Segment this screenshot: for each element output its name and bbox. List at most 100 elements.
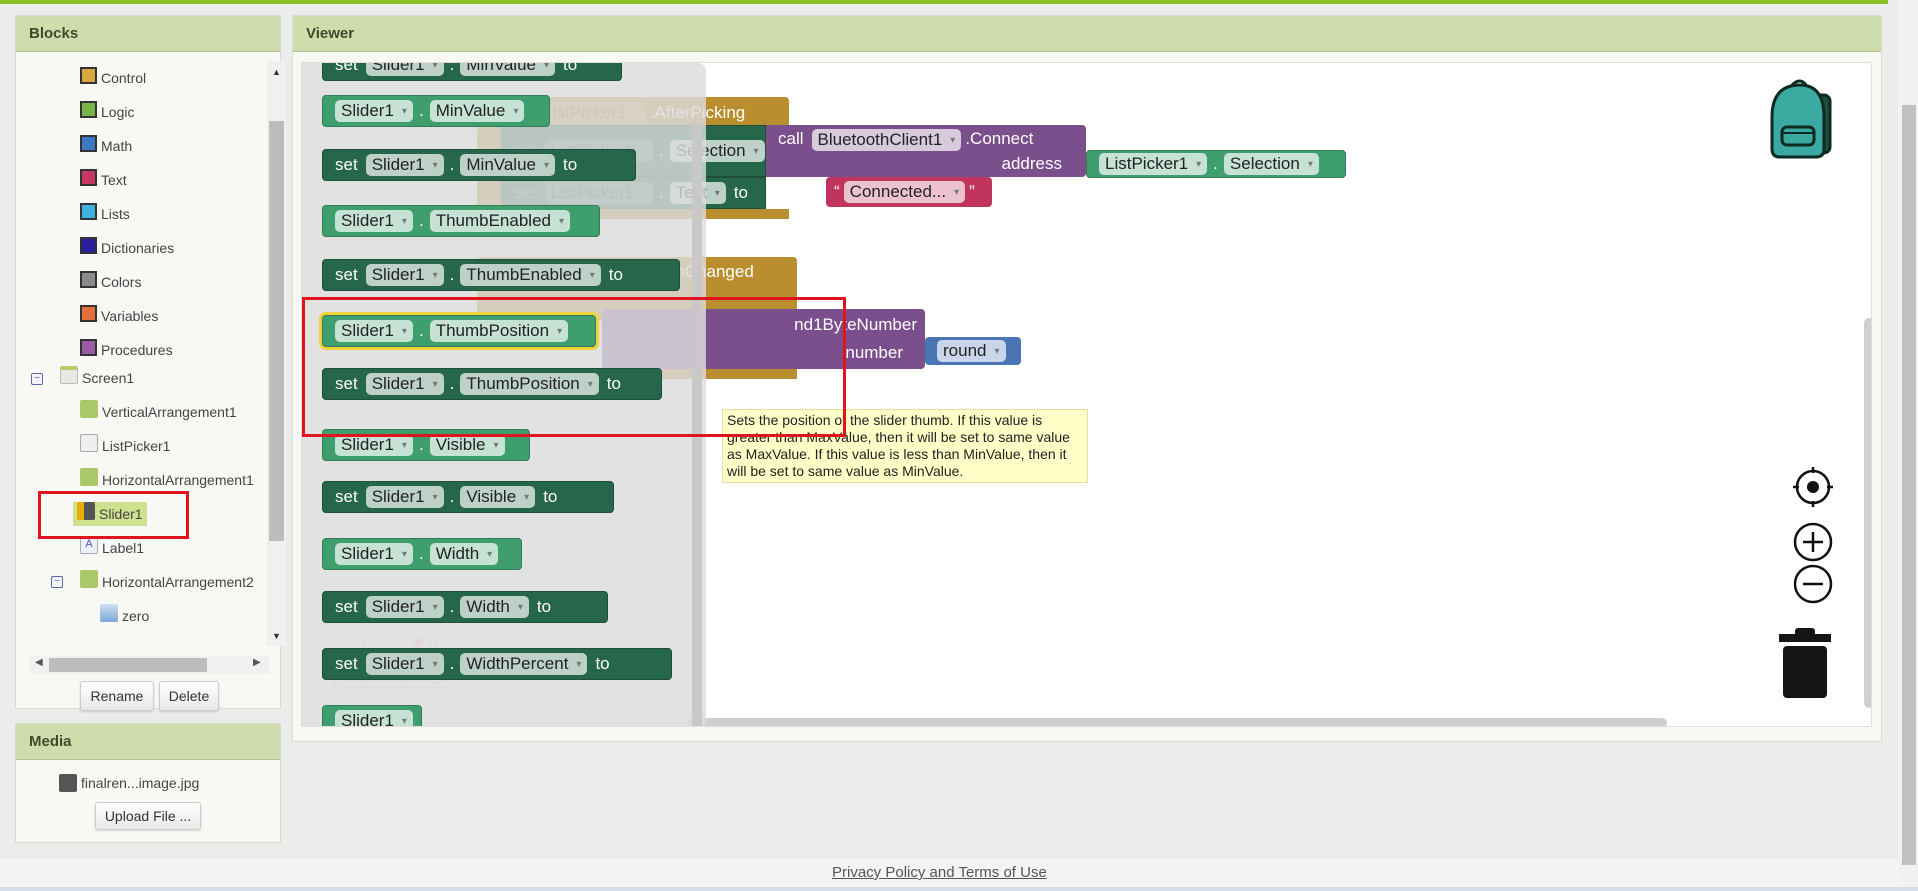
scrollbar-thumb[interactable] [269,121,284,541]
component-dropdown[interactable]: Slider1 [335,434,413,456]
flyout-set-slider1-minvalue-block[interactable]: set Slider1. MinValue to [322,62,622,81]
property-dropdown[interactable]: ThumbEnabled [460,264,601,286]
component-dropdown[interactable]: Slider1 [365,486,444,508]
horizontal-arrangement-icon [80,570,98,588]
category-colors[interactable]: Colors [80,270,141,294]
component-label: HorizontalArrangement1 [102,472,254,488]
category-math[interactable]: Math [80,134,132,158]
component-dropdown[interactable]: Slider1 [335,710,413,726]
set-keyword: set [335,654,358,673]
math-round-block[interactable]: round [925,337,1021,365]
listpicker1-selection-getter-block[interactable]: ListPicker1 . Selection [1086,150,1346,178]
component-dropdown[interactable]: ListPicker1 [1099,153,1208,175]
component-screen1[interactable]: Screen1 [60,366,134,390]
scrollbar-thumb[interactable] [1902,105,1916,865]
scrollbar-thumb[interactable] [49,658,207,672]
component-dropdown[interactable]: Slider1 [335,100,413,122]
property-dropdown[interactable]: ThumbEnabled [429,210,571,232]
category-control[interactable]: Control [80,66,146,90]
component-dropdown[interactable]: Slider1 [365,653,444,675]
component-listpicker1[interactable]: ListPicker1 [80,434,170,458]
property-dropdown[interactable]: Visible [429,434,505,456]
trash-icon[interactable] [1777,628,1833,703]
set-keyword: set [335,487,358,506]
collapse-screen1-toggle[interactable]: − [31,373,43,385]
flyout-get-slider1-width-block[interactable]: Slider1. Width [322,538,522,570]
scroll-up-icon[interactable]: ▲ [267,67,286,77]
category-label: Procedures [101,342,173,358]
property-dropdown[interactable]: MinValue [460,63,556,76]
text-value[interactable]: Connected... [843,181,966,203]
logic-swatch-icon [80,100,97,118]
category-label: Math [101,138,133,154]
flyout-get-slider1-minvalue-block[interactable]: Slider1. MinValue [322,95,550,127]
component-dropdown[interactable]: Slider1 [365,154,444,176]
blocks-panel-title: Blocks [16,16,280,52]
flyout-set-slider1-widthpercent-block[interactable]: set Slider1. WidthPercent to [322,648,672,680]
component-label: HorizontalArrangement2 [102,574,254,590]
property-dropdown[interactable]: MinValue [429,100,525,122]
scroll-left-icon[interactable]: ◀ [35,657,43,668]
call-bluetoothclient1-connect-block[interactable]: call BluetoothClient1 .Connect address [766,125,1086,177]
component-verticalarrangement1[interactable]: VerticalArrangement1 [80,400,237,424]
category-variables[interactable]: Variables [80,304,158,328]
flyout-set-slider1-width-block[interactable]: set Slider1. Width to [322,591,608,623]
component-dropdown[interactable]: Slider1 [365,63,444,76]
blocks-tree-vertical-scrollbar[interactable]: ▲ ▼ [267,61,286,646]
category-text[interactable]: Text [80,168,127,192]
media-file-item[interactable]: finalren...image.jpg [59,774,199,792]
upload-file-button[interactable]: Upload File ... [95,802,201,830]
blocks-tree-horizontal-scrollbar[interactable]: ◀ ▶ [29,656,269,674]
thumbposition-highlight-annotation [302,297,846,437]
zoom-in-icon[interactable] [1793,522,1833,567]
flyout-set-slider1-visible-block[interactable]: set Slider1. Visible to [322,481,614,513]
to-keyword: to [563,62,578,74]
math-op-dropdown[interactable]: round [937,340,1006,362]
component-label1[interactable]: A Label1 [80,536,144,560]
component-horizontalarrangement1[interactable]: HorizontalArrangement1 [80,468,254,492]
flyout-slider1-component-block[interactable]: Slider1 [322,705,422,726]
component-dropdown[interactable]: Slider1 [365,264,444,286]
flyout-set-slider1-thumbenabled-block[interactable]: set Slider1. ThumbEnabled to [322,259,680,291]
zoom-out-icon[interactable] [1793,564,1833,609]
to-keyword: to [563,155,578,174]
screen-icon [60,366,78,384]
property-dropdown[interactable]: WidthPercent [460,653,588,675]
privacy-policy-link[interactable]: Privacy Policy and Terms of Use [832,864,1047,881]
property-dropdown[interactable]: Width [460,596,529,618]
media-panel-title: Media [16,724,280,760]
rename-button[interactable]: Rename [80,681,154,711]
property-dropdown[interactable]: Width [429,543,499,565]
recenter-target-icon[interactable] [1793,467,1833,512]
delete-button[interactable]: Delete [159,681,219,711]
property-dropdown[interactable]: MinValue [460,154,556,176]
flyout-set-slider1-minvalue-block[interactable]: set Slider1. MinValue to [322,149,636,181]
category-lists[interactable]: Lists [80,202,130,226]
blocks-panel: Blocks Control Logic Math Text Lists Dic… [15,15,286,711]
workspace-vertical-scrollbar[interactable] [1864,318,1871,708]
component-label: zero [122,608,150,624]
category-dictionaries[interactable]: Dictionaries [80,236,174,260]
scroll-right-icon[interactable]: ▶ [253,657,261,668]
component-dropdown[interactable]: Slider1 [365,596,444,618]
component-label: VerticalArrangement1 [102,404,237,420]
page-vertical-scrollbar[interactable] [1898,0,1918,891]
category-logic[interactable]: Logic [80,100,134,124]
component-horizontalarrangement2[interactable]: HorizontalArrangement2 [80,570,254,594]
component-dropdown[interactable]: Slider1 [335,210,413,232]
backpack-icon[interactable] [1762,77,1844,168]
flyout-get-slider1-thumbenabled-block[interactable]: Slider1. ThumbEnabled [322,205,600,237]
workspace-horizontal-scrollbar[interactable] [687,718,1667,726]
component-dropdown[interactable]: BluetoothClient1 [811,129,962,151]
vertical-arrangement-icon [80,400,98,418]
property-dropdown[interactable]: Visible [460,486,536,508]
text-string-block[interactable]: “ Connected... ” [826,177,992,207]
property-dropdown[interactable]: Selection [1223,153,1319,175]
component-dropdown[interactable]: Slider1 [335,543,413,565]
category-procedures[interactable]: Procedures [80,338,173,362]
blocks-tree: Control Logic Math Text Lists Dictionari… [16,62,266,644]
collapse-horizontalarrangement2-toggle[interactable]: − [51,576,63,588]
category-label: Text [101,172,127,188]
component-zero[interactable]: zero [100,604,149,628]
scroll-down-icon[interactable]: ▼ [267,631,286,641]
